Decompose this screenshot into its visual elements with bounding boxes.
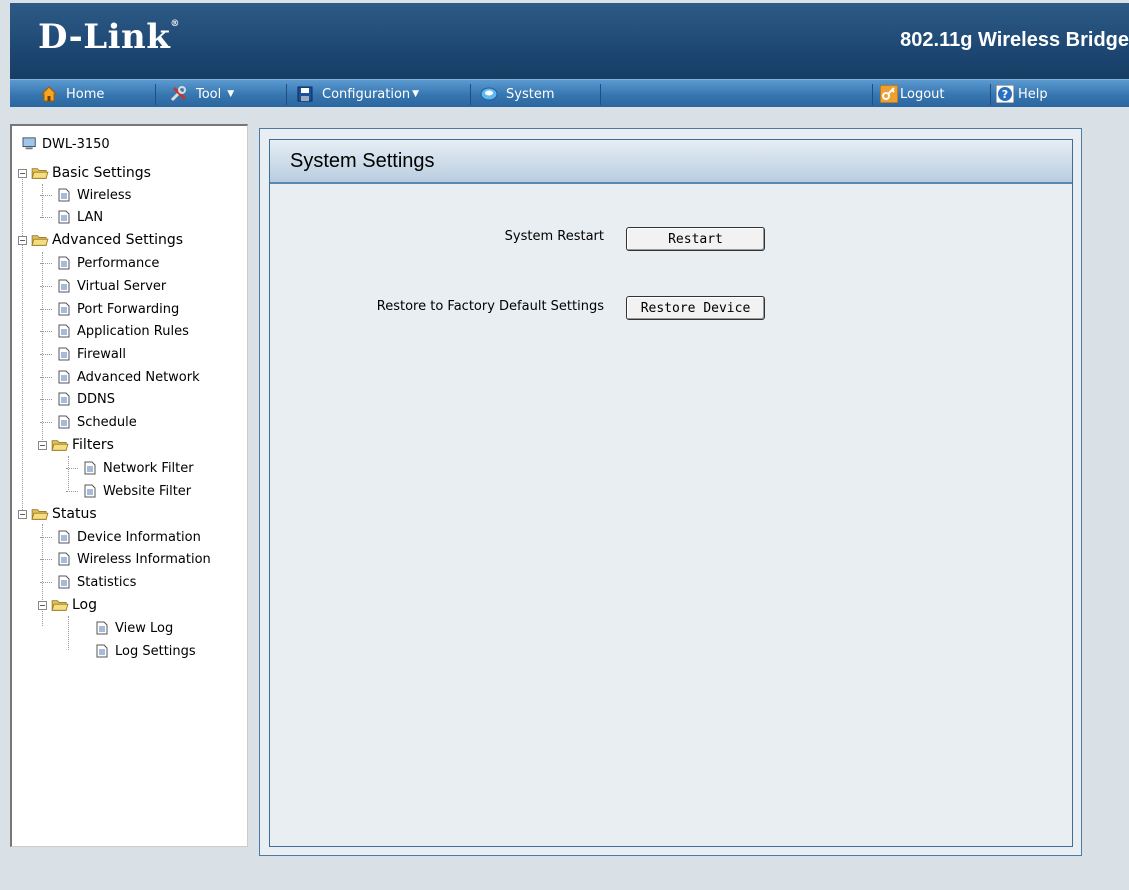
system-icon — [480, 85, 498, 103]
collapse-icon[interactable]: − — [18, 509, 27, 519]
chevron-down-icon: ▼ — [412, 89, 420, 99]
home-icon — [40, 85, 58, 103]
tree-item-network-filter[interactable]: Network Filter — [66, 458, 194, 478]
menu-tool[interactable]: Tool ▼ — [170, 80, 234, 108]
page-icon — [58, 552, 70, 566]
tree-item-firewall[interactable]: Firewall — [40, 344, 126, 364]
chevron-down-icon: ▼ — [227, 89, 235, 99]
tools-icon — [170, 85, 188, 103]
page-icon — [84, 484, 96, 498]
collapse-icon[interactable]: − — [18, 235, 27, 245]
menu-separator — [286, 84, 287, 105]
tree-connector — [42, 252, 43, 446]
tree-connector — [68, 616, 69, 650]
folder-open-icon — [51, 600, 69, 611]
collapse-icon[interactable]: − — [18, 168, 27, 178]
page-icon — [58, 415, 70, 429]
tree-folder-advanced-settings[interactable]: − Advanced Settings — [18, 230, 183, 250]
menu-separator — [470, 84, 471, 105]
tree-connector — [22, 170, 23, 514]
page-title: System Settings — [270, 140, 1072, 184]
key-icon — [880, 85, 898, 103]
menu-logout[interactable]: Logout — [880, 80, 945, 108]
system-restart-label: System Restart — [504, 229, 604, 244]
header-banner: D-Link® 802.11g Wireless Bridge — [10, 3, 1129, 79]
main-panel: System Settings System Restart Restart R… — [259, 128, 1082, 856]
tree-connector — [68, 456, 69, 490]
menu-system[interactable]: System — [480, 80, 554, 108]
page-icon — [58, 256, 70, 270]
tree-item-log-settings[interactable]: Log Settings — [96, 641, 196, 661]
tree-item-wireless[interactable]: Wireless — [40, 185, 131, 205]
tree-item-schedule[interactable]: Schedule — [40, 412, 137, 432]
restore-factory-label: Restore to Factory Default Settings — [376, 299, 604, 314]
floppy-disk-icon — [296, 85, 314, 103]
tree-item-wireless-information[interactable]: Wireless Information — [40, 549, 211, 569]
tree-folder-status[interactable]: − Status — [18, 504, 97, 524]
tree-folder-filters[interactable]: − Filters — [38, 435, 114, 455]
tree-connector — [42, 184, 43, 218]
menu-separator — [990, 84, 991, 105]
page-icon — [58, 347, 70, 361]
folder-open-icon — [31, 235, 49, 246]
folder-open-icon — [51, 440, 69, 451]
page-icon — [58, 324, 70, 338]
menu-separator — [155, 84, 156, 105]
menu-separator — [872, 84, 873, 105]
collapse-icon[interactable]: − — [38, 440, 47, 450]
dlink-logo: D-Link® — [38, 17, 180, 57]
restore-device-button[interactable]: Restore Device — [626, 296, 765, 320]
product-name: 802.11g Wireless Bridge — [900, 29, 1129, 51]
collapse-icon[interactable]: − — [38, 600, 47, 610]
page-icon — [58, 302, 70, 316]
tree-item-view-log[interactable]: View Log — [96, 618, 173, 638]
restart-button[interactable]: Restart — [626, 227, 765, 251]
tree-item-port-forwarding[interactable]: Port Forwarding — [40, 299, 179, 319]
tree-item-device-information[interactable]: Device Information — [40, 527, 201, 547]
menu-configuration[interactable]: Configuration ▼ — [296, 80, 419, 108]
tree-item-performance[interactable]: Performance — [40, 253, 159, 273]
computer-icon — [22, 137, 36, 150]
page-icon — [58, 530, 70, 544]
page-icon — [58, 210, 70, 224]
menu-bar: Home Tool ▼ Configuration ▼ System Logou… — [10, 79, 1129, 107]
tree-item-application-rules[interactable]: Application Rules — [40, 321, 189, 341]
page-icon — [96, 621, 108, 635]
menu-home[interactable]: Home — [40, 80, 104, 108]
system-settings-section: System Settings System Restart Restart R… — [269, 139, 1073, 847]
tree-item-advanced-network[interactable]: Advanced Network — [40, 367, 200, 387]
tree-folder-log[interactable]: − Log — [38, 595, 97, 615]
tree-item-website-filter[interactable]: Website Filter — [66, 481, 191, 501]
page-icon — [58, 279, 70, 293]
menu-separator — [600, 84, 601, 105]
menu-help[interactable]: ? Help — [996, 80, 1048, 108]
svg-text:?: ? — [1002, 88, 1008, 101]
tree-item-lan[interactable]: LAN — [40, 207, 103, 227]
page-icon — [58, 188, 70, 202]
page-icon — [96, 644, 108, 658]
tree-item-statistics[interactable]: Statistics — [40, 572, 136, 592]
help-icon: ? — [996, 85, 1014, 103]
tree-root[interactable]: DWL-3150 — [20, 134, 110, 154]
page-icon — [58, 370, 70, 384]
page-icon — [58, 575, 70, 589]
tree-item-virtual-server[interactable]: Virtual Server — [40, 276, 166, 296]
tree-item-ddns[interactable]: DDNS — [40, 389, 115, 409]
navigation-tree: DWL-3150 − Basic Settings Wireless LAN −… — [10, 124, 248, 847]
folder-open-icon — [31, 509, 49, 520]
folder-open-icon — [31, 168, 49, 179]
tree-folder-basic-settings[interactable]: − Basic Settings — [18, 163, 151, 183]
page-icon — [58, 392, 70, 406]
page-icon — [84, 461, 96, 475]
